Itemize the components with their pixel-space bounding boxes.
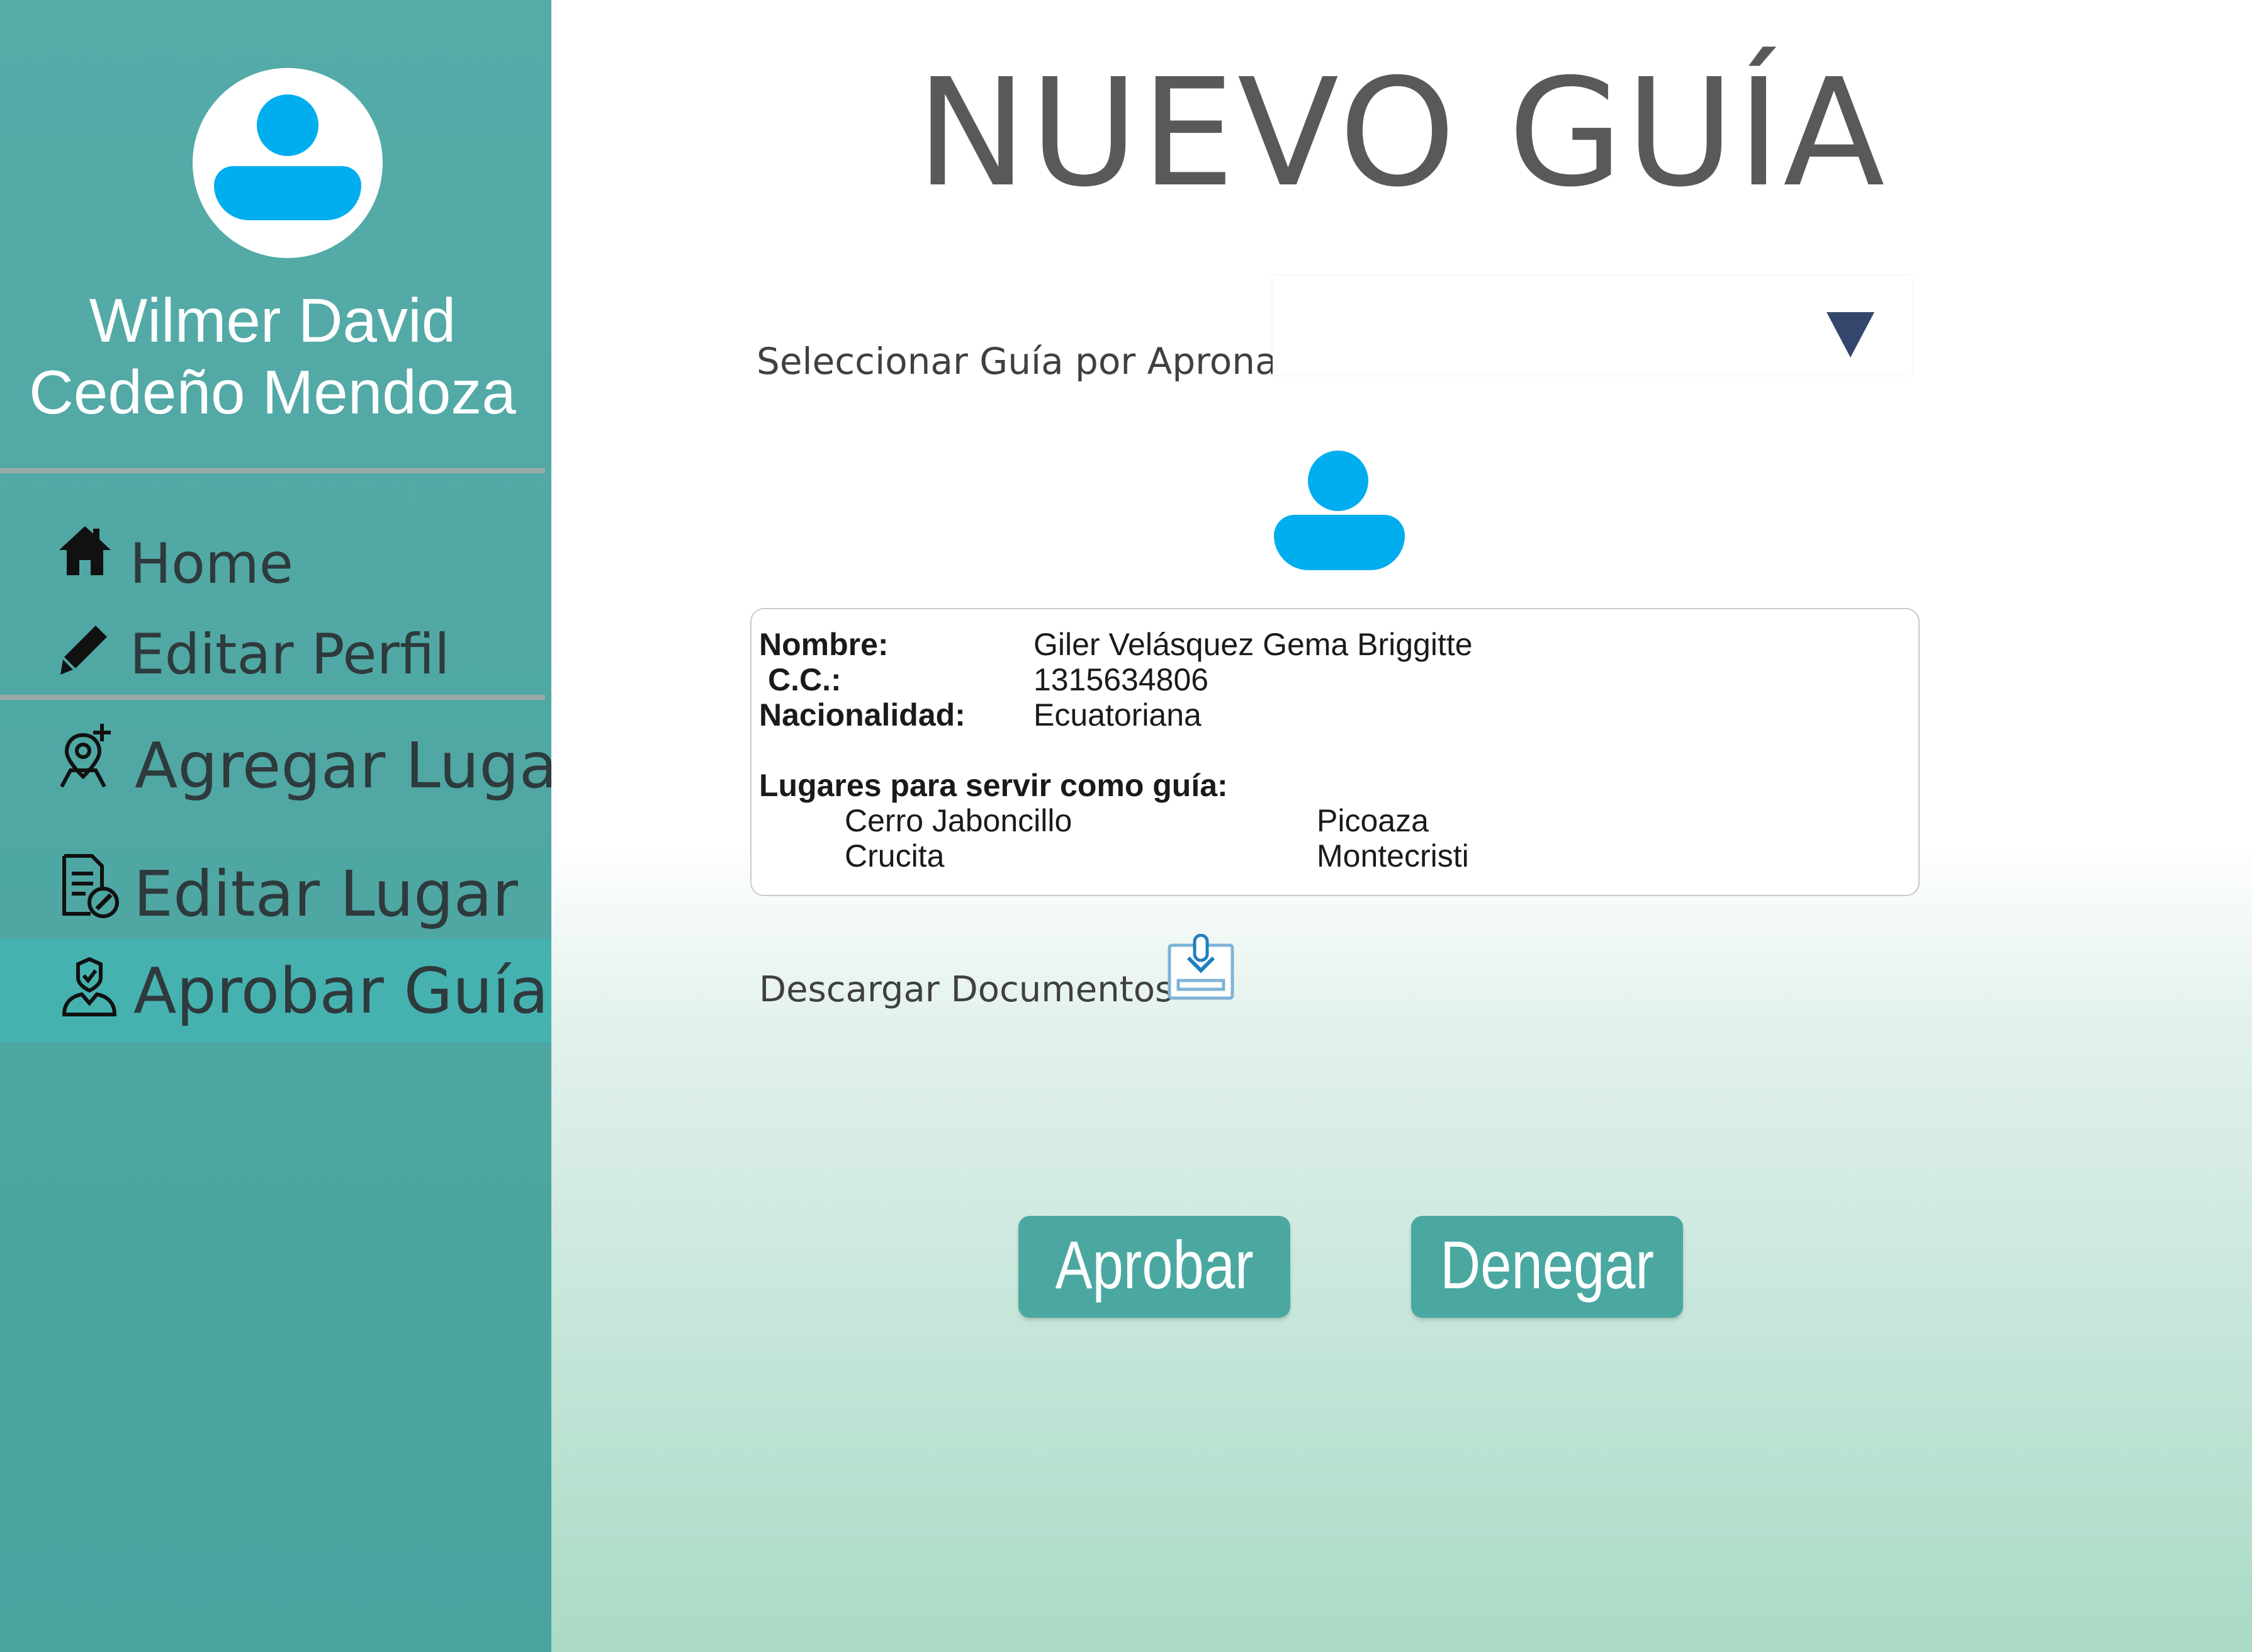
sidebar-item-label: Home	[130, 531, 293, 596]
lugar-item: Picoaza	[1317, 803, 1429, 838]
dropdown-arrow-icon[interactable]	[1827, 312, 1874, 357]
edit-document-icon	[62, 854, 119, 918]
main-content: NUEVO GUÍA Seleccionar Guía por Apronar …	[551, 0, 2252, 1652]
sidebar-item-label: Agregar Lugar	[135, 729, 584, 802]
home-icon	[59, 526, 111, 575]
avatar-body	[1274, 515, 1405, 570]
add-location-icon	[60, 724, 111, 788]
approve-button[interactable]: Aprobar	[1018, 1216, 1290, 1318]
nombre-value: Giler Velásquez Gema Briggitte	[1033, 627, 1473, 662]
select-guide-label: Seleccionar Guía por Apronar	[757, 340, 1293, 383]
pencil-icon	[60, 626, 107, 675]
sidebar-item-aprobar-guia[interactable]: Aprobar Guía	[0, 939, 551, 1042]
guide-info-card: Nombre: Giler Velásquez Gema Briggitte C…	[750, 608, 1920, 896]
lugar-item: Cerro Jaboncillo	[845, 803, 1073, 838]
cc-value: 1315634806	[1033, 662, 1209, 697]
sidebar-divider	[0, 695, 545, 700]
cc-label: C.C.:	[768, 662, 842, 697]
lugar-item: Crucita	[845, 838, 945, 874]
nombre-label: Nombre:	[759, 627, 889, 662]
avatar-head	[257, 94, 318, 156]
sidebar-item-agregar-lugar[interactable]: Agregar Lugar	[0, 714, 583, 817]
sidebar: Wilmer David Cedeño Mendoza Home Editar …	[0, 0, 583, 1652]
user-name: Wilmer David Cedeño Mendoza	[29, 286, 516, 427]
nacionalidad-value: Ecuatoriana	[1033, 697, 1202, 733]
sidebar-item-editar-lugar[interactable]: Editar Lugar	[0, 842, 551, 945]
lugares-label: Lugares para servir como guía:	[759, 768, 1228, 803]
download-icon[interactable]	[1167, 934, 1235, 1002]
page-title: NUEVO GUÍA	[916, 47, 1888, 220]
nacionalidad-label: Nacionalidad:	[759, 697, 966, 733]
sidebar-item-label: Aprobar Guía	[133, 954, 549, 1028]
sidebar-divider	[0, 468, 545, 473]
select-guide-dropdown[interactable]	[1273, 276, 1912, 375]
avatar-head	[1308, 451, 1368, 511]
guide-avatar-icon	[1273, 451, 1409, 571]
sidebar-item-label: Editar Lugar	[133, 857, 519, 931]
deny-button[interactable]: Denegar	[1411, 1216, 1683, 1318]
sidebar-item-home[interactable]: Home	[0, 516, 551, 619]
download-documents-label: Descargar Documentos	[759, 969, 1174, 1010]
sidebar-item-label: Editar Perfil	[130, 622, 450, 687]
lugar-item: Montecristi	[1317, 838, 1469, 874]
approve-user-icon	[62, 957, 117, 1016]
user-avatar-icon[interactable]	[193, 68, 383, 258]
avatar-body	[214, 166, 361, 220]
